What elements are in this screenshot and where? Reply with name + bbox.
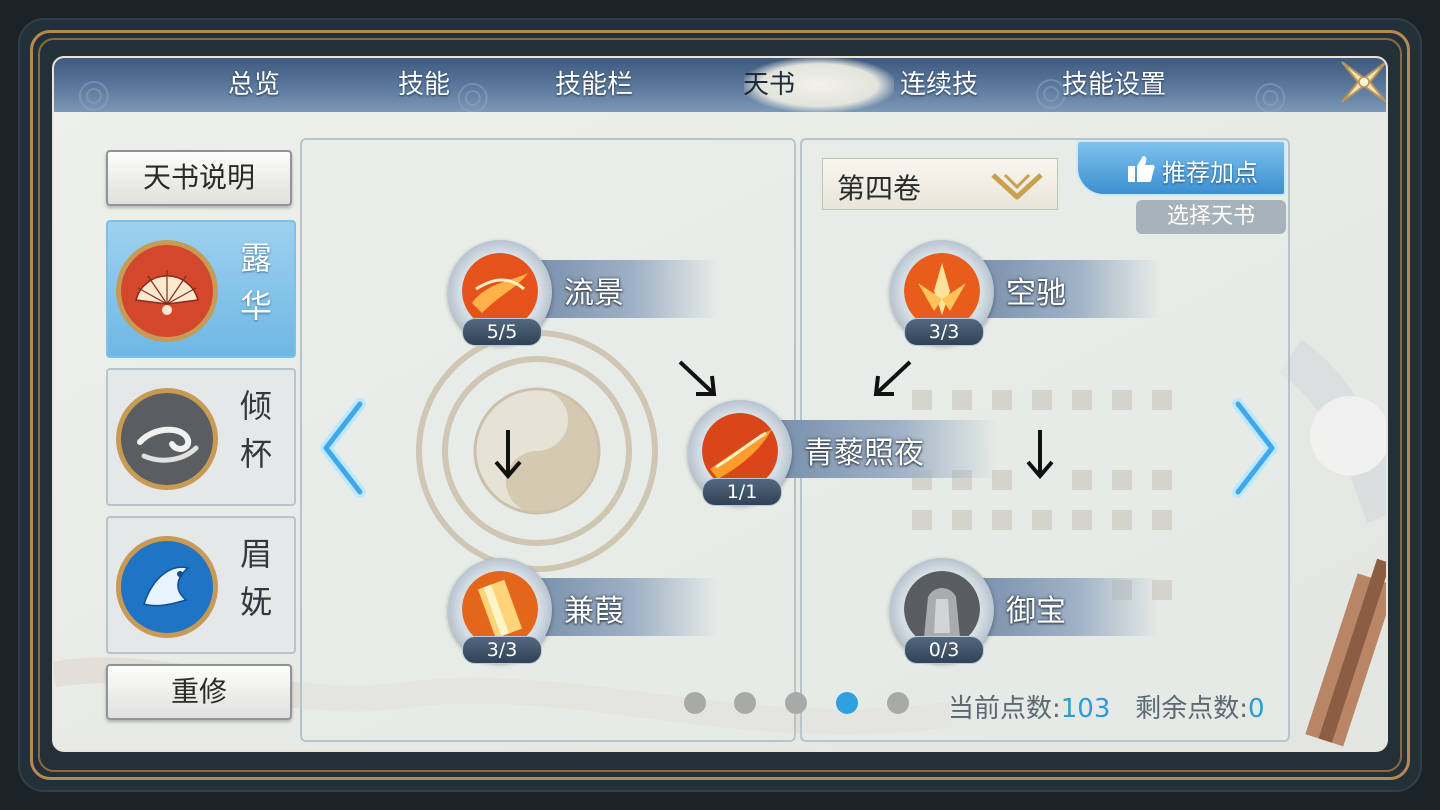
page-dot[interactable] — [887, 692, 909, 714]
current-points-label: 当前点数: — [948, 694, 1061, 724]
arrow-annotation-icon — [494, 430, 522, 480]
skill-level: 0/3 — [904, 636, 984, 664]
skill-kongchi[interactable]: 空驰 3/3 — [890, 240, 1160, 350]
recommend-label: 推荐加点 — [1162, 159, 1258, 187]
current-points-value: 103 — [1060, 694, 1111, 724]
skill-panel: 总览 技能 技能栏 天书 连续技 技能设置 天书说明 露华 倾 杯 眉 妩 重修… — [52, 56, 1388, 752]
reset-button[interactable]: 重修 — [106, 664, 292, 720]
skill-level: 5/5 — [462, 318, 542, 346]
wind-swirl-icon — [116, 388, 218, 490]
skill-liujing[interactable]: 流景 5/5 — [448, 240, 718, 350]
tab-combo[interactable]: 连续技 — [884, 64, 994, 106]
phoenix-icon — [116, 536, 218, 638]
skill-name: 流景 — [564, 276, 624, 311]
fan-icon — [116, 240, 218, 342]
skill-level: 3/3 — [904, 318, 984, 346]
volume-selector[interactable]: 第四卷 — [822, 158, 1058, 210]
remaining-points-value: 0 — [1247, 694, 1265, 724]
skill-level: 3/3 — [462, 636, 542, 664]
book-name: 眉妩 — [239, 535, 272, 621]
tab-tianshu[interactable]: 天书 — [719, 64, 819, 106]
tab-skills[interactable]: 技能 — [374, 64, 474, 106]
skill-name: 兼葭 — [564, 594, 624, 629]
page-dot-active[interactable] — [836, 692, 858, 714]
tab-overview[interactable]: 总览 — [204, 64, 304, 106]
next-page-arrow-icon[interactable] — [1226, 398, 1282, 498]
skill-level: 1/1 — [702, 478, 782, 506]
yin-yang-emblem — [416, 330, 658, 572]
tab-skill-settings[interactable]: 技能设置 — [1054, 64, 1174, 106]
arrow-annotation-icon — [678, 360, 717, 396]
tab-bar: 总览 技能 技能栏 天书 连续技 技能设置 — [54, 58, 1386, 112]
book-name: 露华 — [239, 239, 272, 325]
skill-yubao[interactable]: 御宝 0/3 — [890, 558, 1160, 668]
book-card-luhua[interactable]: 露华 — [106, 220, 296, 358]
thumbs-up-icon — [1128, 156, 1155, 182]
arrow-annotation-icon — [873, 360, 912, 396]
skill-qinglizhaoye[interactable]: 青藜照夜 1/1 — [688, 400, 998, 510]
recommend-points-button[interactable]: 推荐加点 — [1076, 140, 1286, 196]
arrow-annotation-icon — [1026, 430, 1054, 480]
remaining-points-label: 剩余点数: — [1135, 694, 1248, 724]
page-dot[interactable] — [785, 692, 807, 714]
book-card-qingbei[interactable]: 倾杯 — [106, 368, 296, 506]
book-name: 倾杯 — [239, 387, 272, 473]
volume-label: 第四卷 — [837, 172, 922, 205]
page-dot[interactable] — [684, 692, 706, 714]
skill-name: 青藜照夜 — [804, 436, 924, 471]
prev-page-arrow-icon[interactable] — [316, 398, 372, 498]
skill-jianjia[interactable]: 兼葭 3/3 — [448, 558, 718, 668]
skill-name: 御宝 — [1006, 594, 1066, 629]
points-readout: 当前点数:103 剩余点数:0 — [948, 688, 1265, 725]
page-dot[interactable] — [734, 692, 756, 714]
book-card-meiwu[interactable]: 眉妩 — [106, 516, 296, 654]
skill-name: 空驰 — [1006, 276, 1066, 311]
tab-skill-bar[interactable]: 技能栏 — [534, 64, 654, 106]
chevron-down-icon — [991, 173, 1043, 200]
close-icon[interactable] — [1336, 56, 1388, 108]
tianshu-explain-button[interactable]: 天书说明 — [106, 150, 292, 206]
choose-tianshu-button[interactable]: 选择天书 — [1136, 200, 1286, 234]
